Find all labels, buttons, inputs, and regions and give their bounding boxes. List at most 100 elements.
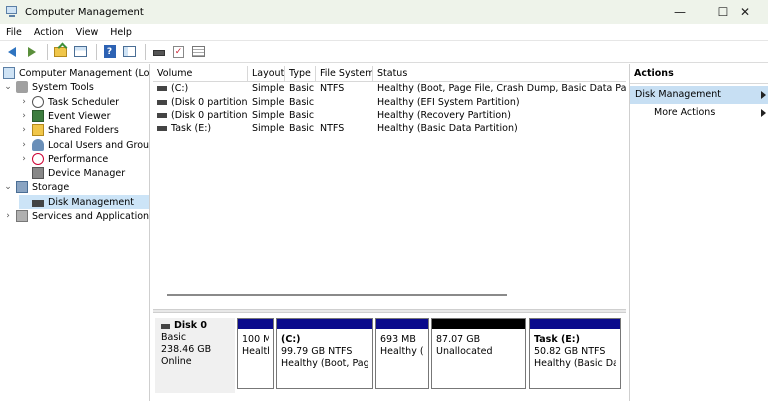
collapse-chevron-icon[interactable]: ⌄ [3,182,13,192]
file-system-cell: NTFS [320,123,345,134]
type-cell: Basic [289,83,315,94]
tree-item-label: Shared Folders [48,124,119,136]
disk-0-label[interactable]: Disk 0 Basic 238.46 GB Online [155,318,235,393]
minimize-button[interactable]: — [657,0,703,24]
volume-name: (C:) [171,83,189,94]
volume-cell: (C:) [153,82,248,95]
tree-item-system-tools[interactable]: ⌄ System Tools [3,80,94,94]
tree-item-label: Device Manager [48,167,126,179]
tree-item-label: Computer Management (Local [19,67,150,79]
horizontal-scrollbar[interactable] [167,294,507,296]
tree-item-shared-folders[interactable]: › Shared Folders [19,123,119,137]
partition-status: Health [242,346,269,357]
users-icon [32,139,44,151]
device-manager-icon [32,167,44,179]
more-actions-item[interactable]: More Actions [630,104,768,122]
tree-item-local-users-groups[interactable]: › Local Users and Groups [19,138,149,152]
performance-icon [32,153,44,165]
toolbar-separator [96,43,97,60]
pane-splitter[interactable] [153,309,626,313]
forward-arrow-icon[interactable] [23,43,40,60]
partition-efi[interactable]: 100 MI Health [237,318,274,389]
menu-help[interactable]: Help [104,27,138,38]
volume-list-header: Volume Layout Type File System Status [153,66,626,82]
expand-chevron-icon[interactable]: › [19,111,29,121]
collapse-caret-icon[interactable] [761,91,766,99]
layout-cell: Simple [252,83,285,94]
partition-c[interactable]: (C:) 99.79 GB NTFS Healthy (Boot, Page [276,318,373,389]
partition-recovery[interactable]: 693 MB Healthy (R [375,318,429,389]
disk-graphical-view: Disk 0 Basic 238.46 GB Online 100 MI Hea… [153,314,626,401]
expand-chevron-icon[interactable]: › [19,97,29,107]
toolbar-separator [47,43,48,60]
file-system-cell [316,109,373,122]
partition-e[interactable]: Task (E:) 50.82 GB NTFS Healthy (Basic D… [529,318,621,389]
clock-icon [32,96,44,108]
tree-item-disk-management[interactable]: Disk Management [19,195,149,209]
actions-section-disk-management[interactable]: Disk Management [630,86,768,104]
partition-size: 87.07 GB [436,334,481,345]
actions-pane: Actions Disk Management More Actions [629,64,768,401]
column-header-volume[interactable]: Volume [153,66,248,81]
status-cell: Healthy (Recovery Partition) [377,110,511,121]
toolbar-separator [145,43,146,60]
column-header-layout[interactable]: Layout [248,66,285,81]
expand-chevron-icon[interactable]: › [19,140,29,150]
show-hide-tree-icon[interactable] [72,43,89,60]
volume-name: (Disk 0 partition 1) [171,97,248,108]
tree-item-computer-management[interactable]: Computer Management (Local [3,66,150,80]
disk-type: Basic [161,332,187,343]
volume-icon [157,86,167,91]
partition-size: 100 MI [242,334,269,345]
file-system-cell [316,96,373,109]
tree-item-label: Event Viewer [48,110,111,122]
disk-icon [161,323,170,329]
partition-status: Unallocated [436,346,493,357]
volume-row[interactable]: (C:) Simple Basic NTFS Healthy (Boot, Pa… [153,82,626,95]
tree-item-task-scheduler[interactable]: › Task Scheduler [19,95,119,109]
tree-item-label: Disk Management [48,196,135,208]
back-arrow-icon[interactable] [3,43,20,60]
title-bar: Computer Management [0,0,768,24]
toolbar: ? ✓ [0,41,768,63]
tree-item-storage[interactable]: ⌄ Storage [3,180,69,194]
type-cell: Basic [289,97,315,108]
column-header-status[interactable]: Status [373,66,626,81]
disk-name: Disk 0 [174,320,208,331]
properties-icon[interactable] [121,43,138,60]
column-header-type[interactable]: Type [285,66,316,81]
status-cell: Healthy (EFI System Partition) [377,97,520,108]
check-icon[interactable]: ✓ [170,43,187,60]
partition-status: Healthy (Boot, Page [281,358,368,369]
close-button[interactable]: ✕ [722,0,768,24]
menu-action[interactable]: Action [28,27,70,38]
volume-name: (Disk 0 partition 4) [171,110,248,121]
layout-cell: Simple [252,97,285,108]
up-folder-icon[interactable] [52,43,69,60]
collapse-chevron-icon[interactable]: ⌄ [3,82,13,92]
volume-row[interactable]: (Disk 0 partition 4) Simple Basic Health… [153,109,626,122]
tree-item-device-manager[interactable]: Device Manager [19,166,125,180]
disk-icon[interactable] [150,43,167,60]
menu-file[interactable]: File [0,27,28,38]
help-icon[interactable]: ? [101,43,118,60]
expand-chevron-icon[interactable]: › [3,211,13,221]
volume-icon [157,126,167,131]
tree-item-performance[interactable]: › Performance [19,152,108,166]
volume-row[interactable]: Task (E:) Simple Basic NTFS Healthy (Bas… [153,122,626,135]
submenu-arrow-icon [761,109,766,117]
expand-chevron-icon[interactable]: › [19,125,29,135]
tree-item-event-viewer[interactable]: › Event Viewer [19,109,111,123]
expand-chevron-icon[interactable]: › [19,154,29,164]
list-icon[interactable] [190,43,207,60]
layout-cell: Simple [252,123,285,134]
partition-bar [432,319,525,329]
status-cell: Healthy (Boot, Page File, Crash Dump, Ba… [377,83,626,94]
volume-row[interactable]: (Disk 0 partition 1) Simple Basic Health… [153,96,626,109]
column-header-file-system[interactable]: File System [316,66,373,81]
volume-cell: (Disk 0 partition 1) [153,96,248,109]
tree-item-services-applications[interactable]: › Services and Applications [3,209,149,223]
actions-header: Actions [630,64,768,84]
menu-view[interactable]: View [70,27,105,38]
partition-unallocated[interactable]: 87.07 GB Unallocated [431,318,526,389]
